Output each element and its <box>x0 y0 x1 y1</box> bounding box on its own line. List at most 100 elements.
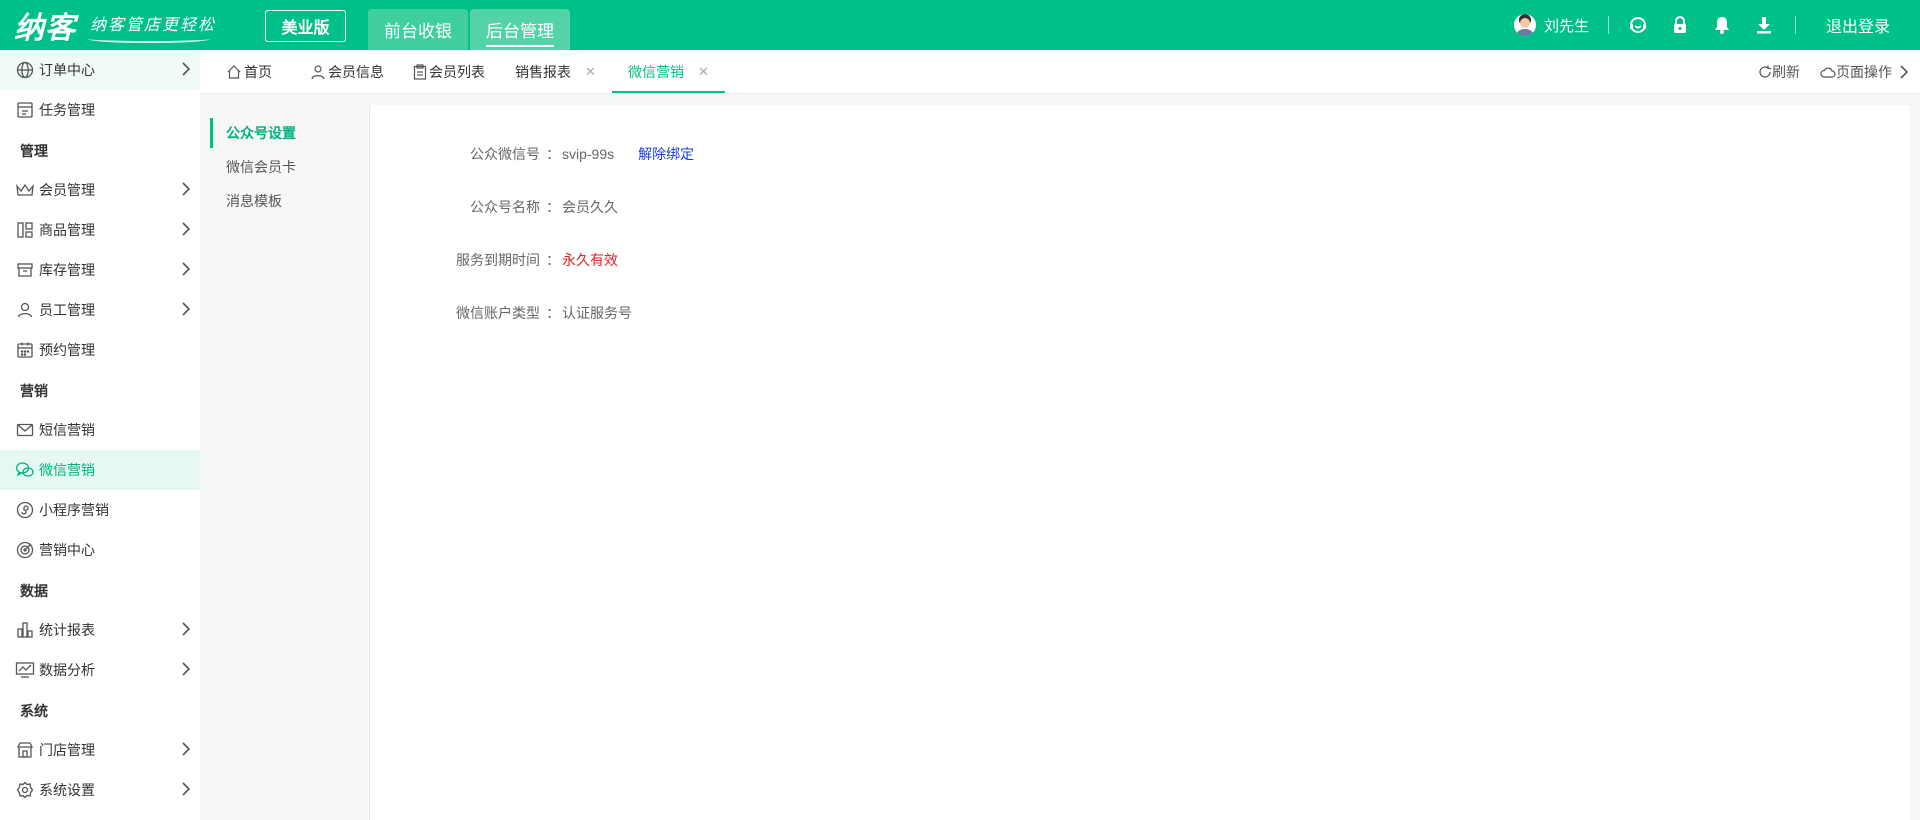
edition-badge[interactable]: 美业版 <box>265 10 346 42</box>
task-icon <box>15 100 35 120</box>
header-divider <box>1795 16 1796 34</box>
sidebar-item-members[interactable]: 会员管理 <box>0 170 200 210</box>
detail-label: 微信账户类型 <box>456 305 540 321</box>
detail-colon: ： <box>546 146 560 162</box>
sidebar-item-label: 会员管理 <box>39 182 95 198</box>
tab-label: 首页 <box>244 64 272 80</box>
submenu-item-message-templates[interactable]: 消息模板 <box>210 186 370 216</box>
detail-colon: ： <box>546 199 560 215</box>
cloud-icon <box>1820 65 1836 79</box>
globe-icon <box>15 60 35 80</box>
wechat-icon <box>15 460 35 480</box>
sidebar-item-label: 任务管理 <box>39 102 95 118</box>
chevron-right-icon <box>182 182 191 199</box>
logo-slogan: 纳客管店更轻松 <box>87 11 216 43</box>
sidebar-item-label: 营销中心 <box>39 542 95 558</box>
sidebar-item-products[interactable]: 商品管理 <box>0 210 200 250</box>
sidebar-item-label: 订单中心 <box>39 62 95 78</box>
sidebar-item-sms-marketing[interactable]: 短信营销 <box>0 410 200 450</box>
account-name-value: 会员久久 <box>562 199 618 215</box>
box-icon <box>15 260 35 280</box>
tab-front-cashier-label: 前台收银 <box>384 22 452 41</box>
sidebar-item-reports[interactable]: 统计报表 <box>0 610 200 650</box>
close-icon[interactable]: ✕ <box>698 64 709 80</box>
tab-front-cashier[interactable]: 前台收银 <box>368 9 468 50</box>
download-icon[interactable] <box>1752 13 1776 37</box>
user-icon <box>310 64 326 80</box>
page-operations-label: 页面操作 <box>1836 64 1892 80</box>
sidebar-item-label: 微信营销 <box>39 462 95 478</box>
service-expiry-value: 永久有效 <box>562 252 618 268</box>
close-icon[interactable]: ✕ <box>585 64 596 80</box>
submenu-item-wechat-member-card[interactable]: 微信会员卡 <box>210 152 370 182</box>
logo-text: 纳客 <box>14 11 76 46</box>
detail-label: 公众号名称 <box>470 199 540 215</box>
sidebar-item-label: 短信营销 <box>39 422 95 438</box>
chevron-right-icon <box>182 262 191 279</box>
wechat-submenu: 公众号设置 微信会员卡 消息模板 <box>210 105 370 820</box>
unbind-link[interactable]: 解除绑定 <box>638 144 694 164</box>
store-icon <box>15 740 35 760</box>
tab-member-info[interactable]: 会员信息 <box>310 50 384 94</box>
mail-icon <box>15 420 35 440</box>
brand-logo[interactable]: 纳客 纳客管店更轻松 <box>14 6 216 46</box>
page-tabs-bar: 首页 会员信息 会员列表 销售报表 ✕ 微信营销 ✕ 刷新 页面操作 <box>200 50 1920 94</box>
sidebar-item-settings[interactable]: 系统设置 <box>0 770 200 810</box>
lock-icon[interactable] <box>1668 13 1692 37</box>
gear-icon <box>15 780 35 800</box>
user-menu[interactable]: 刘先生 <box>1514 0 1589 50</box>
detail-colon: ： <box>546 305 560 321</box>
sidebar-item-label: 商品管理 <box>39 222 95 238</box>
page-operations-button[interactable]: 页面操作 <box>1820 50 1892 94</box>
crown-icon <box>15 180 35 200</box>
bar-chart-icon <box>15 620 35 640</box>
tabs-scroll-right[interactable] <box>1900 50 1908 94</box>
sidebar-item-label: 统计报表 <box>39 622 95 638</box>
sidebar-item-inventory[interactable]: 库存管理 <box>0 250 200 290</box>
chevron-right-icon <box>182 302 191 319</box>
detail-row-account-type: 微信账户类型 ： 认证服务号 <box>390 303 632 323</box>
tab-wechat-marketing[interactable]: 微信营销 ✕ <box>612 50 725 94</box>
sidebar-item-label: 系统设置 <box>39 782 95 798</box>
detail-row-account-name: 公众号名称 ： 会员久久 <box>390 197 618 217</box>
header-divider <box>1608 16 1609 34</box>
logout-button[interactable]: 退出登录 <box>1826 0 1890 50</box>
tab-member-list[interactable]: 会员列表 <box>413 50 485 94</box>
chevron-right-icon <box>182 62 191 79</box>
sidebar-item-tasks[interactable]: 任务管理 <box>0 90 200 130</box>
tab-sales-report[interactable]: 销售报表 ✕ <box>515 50 596 94</box>
tab-label: 会员列表 <box>429 64 485 80</box>
sidebar-item-label: 小程序营销 <box>39 502 109 518</box>
sidebar: 订单中心 任务管理 管理 会员管理 商品管理 库存管理 员工管理 预约管理 营销… <box>0 50 200 820</box>
chevron-right-icon <box>1900 65 1908 79</box>
detail-label: 服务到期时间 <box>456 252 540 268</box>
refresh-button[interactable]: 刷新 <box>1758 50 1800 94</box>
sidebar-item-label: 门店管理 <box>39 742 95 758</box>
content-panel: 公众号设置 微信会员卡 消息模板 公众微信号 ： svip-99s 解除绑定 公… <box>210 105 1910 820</box>
chevron-right-icon <box>182 222 191 239</box>
wechat-id-value: svip-99s <box>562 146 615 162</box>
sidebar-item-wechat-marketing[interactable]: 微信营销 <box>0 450 200 490</box>
grid-icon <box>15 220 35 240</box>
tab-backend-admin[interactable]: 后台管理 <box>470 9 570 50</box>
support-icon[interactable] <box>1626 13 1650 37</box>
submenu-item-official-account-settings[interactable]: 公众号设置 <box>210 118 370 148</box>
chevron-right-icon <box>182 662 191 679</box>
sidebar-item-orders[interactable]: 订单中心 <box>0 50 200 90</box>
sidebar-item-data-analysis[interactable]: 数据分析 <box>0 650 200 690</box>
bell-icon[interactable] <box>1710 13 1734 37</box>
sidebar-item-appointments[interactable]: 预约管理 <box>0 330 200 370</box>
tab-label: 销售报表 <box>515 64 571 80</box>
detail-label: 公众微信号 <box>470 146 540 162</box>
detail-colon: ： <box>546 252 560 268</box>
clipboard-icon <box>413 64 427 80</box>
home-icon <box>226 64 242 80</box>
tab-home[interactable]: 首页 <box>226 50 272 94</box>
sidebar-item-marketing-center[interactable]: 营销中心 <box>0 530 200 570</box>
avatar <box>1514 14 1536 36</box>
monitor-chart-icon <box>15 660 35 680</box>
sidebar-item-stores[interactable]: 门店管理 <box>0 730 200 770</box>
sidebar-item-staff[interactable]: 员工管理 <box>0 290 200 330</box>
sidebar-item-label: 数据分析 <box>39 662 95 678</box>
sidebar-item-miniprogram-marketing[interactable]: 小程序营销 <box>0 490 200 530</box>
